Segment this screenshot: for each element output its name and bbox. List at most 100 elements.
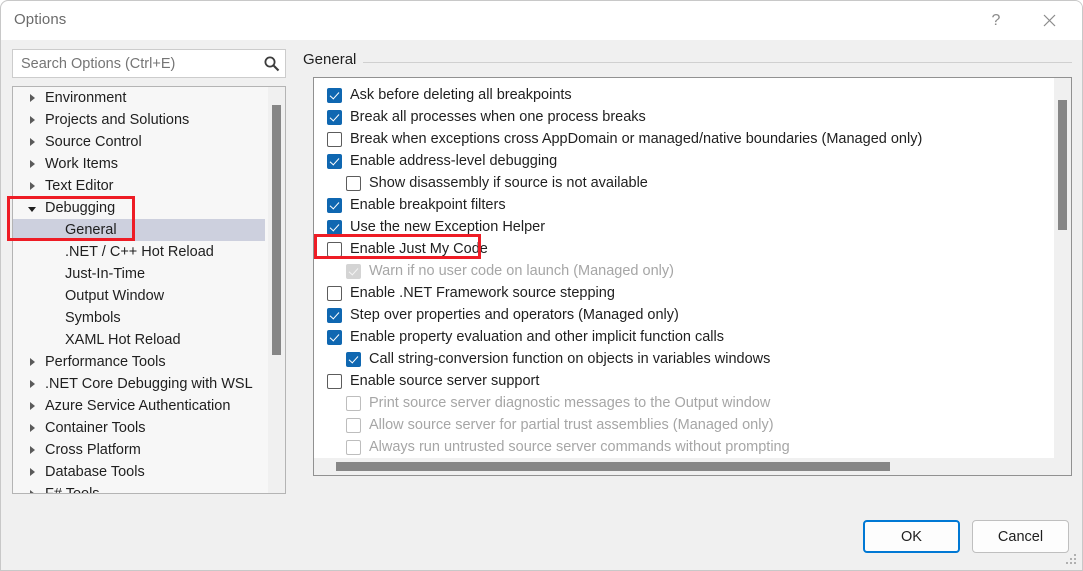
chevron-right-icon[interactable] <box>21 138 43 146</box>
option-row[interactable]: Show disassembly if source is not availa… <box>314 172 1030 194</box>
sidebar-item-label: Performance Tools <box>43 354 166 370</box>
option-label: Allow source server for partial trust as… <box>369 418 774 433</box>
option-row[interactable]: Enable address-level debugging <box>314 150 1030 172</box>
chevron-right-icon[interactable] <box>21 160 43 168</box>
tree-list: Environment Projects and Solutions Source … <box>13 87 265 494</box>
chevron-right-icon[interactable] <box>21 490 43 494</box>
sidebar-item-container-tools[interactable]: Container Tools <box>13 417 265 439</box>
sidebar-item-f-tools[interactable]: F# Tools <box>13 483 265 494</box>
sidebar-item-performance-tools[interactable]: Performance Tools <box>13 351 265 373</box>
sidebar-item-general[interactable]: General <box>13 219 265 241</box>
sidebar-item-label: Environment <box>43 90 126 106</box>
resize-grip[interactable] <box>1065 554 1077 566</box>
chevron-right-icon[interactable] <box>21 468 43 476</box>
option-label: Enable property evaluation and other imp… <box>350 330 724 345</box>
option-row[interactable]: Enable source server support <box>314 370 1030 392</box>
option-label: Show disassembly if source is not availa… <box>369 176 648 191</box>
sidebar-scrollbar[interactable] <box>268 87 285 493</box>
options-category-tree[interactable]: Environment Projects and Solutions Source … <box>12 86 286 494</box>
option-label: Use the new Exception Helper <box>350 220 545 235</box>
checkbox[interactable] <box>327 110 342 125</box>
options-horizontal-scrollbar[interactable] <box>314 458 1071 475</box>
option-row[interactable]: Step over properties and operators (Mana… <box>314 304 1030 326</box>
checkbox[interactable] <box>327 88 342 103</box>
help-icon[interactable]: ? <box>973 1 1019 40</box>
checkbox[interactable] <box>327 374 342 389</box>
option-row[interactable]: Ask before deleting all breakpoints <box>314 84 1030 106</box>
sidebar-item-label: Azure Service Authentication <box>43 398 230 414</box>
sidebar-item-projects-and-solutions[interactable]: Projects and Solutions <box>13 109 265 131</box>
chevron-down-icon[interactable] <box>21 205 43 212</box>
option-row[interactable]: Enable Just My Code <box>314 238 1030 260</box>
sidebar-item-label: Just-In-Time <box>13 266 145 282</box>
chevron-right-icon[interactable] <box>21 182 43 190</box>
options-list[interactable]: Ask before deleting all breakpoints Break… <box>313 77 1072 476</box>
group-header: General <box>303 51 363 68</box>
checkbox[interactable] <box>346 176 361 191</box>
chevron-right-icon[interactable] <box>21 446 43 454</box>
triangle-glyph <box>30 116 35 124</box>
sidebar-item-label: Debugging <box>43 200 115 216</box>
chevron-right-icon[interactable] <box>21 116 43 124</box>
sidebar-scrollbar-thumb[interactable] <box>272 105 281 355</box>
sidebar-item-xaml-hot-reload[interactable]: XAML Hot Reload <box>13 329 265 351</box>
option-row: Always run untrusted source server comma… <box>314 436 1030 458</box>
option-label: Enable breakpoint filters <box>350 198 506 213</box>
sidebar-item-label: Cross Platform <box>43 442 141 458</box>
sidebar-item-just-in-time[interactable]: Just-In-Time <box>13 263 265 285</box>
checkbox[interactable] <box>327 242 342 257</box>
chevron-right-icon[interactable] <box>21 424 43 432</box>
sidebar-item-database-tools[interactable]: Database Tools <box>13 461 265 483</box>
option-label: Warn if no user code on launch (Managed … <box>369 264 674 279</box>
option-row[interactable]: Use the new Exception Helper <box>314 216 1030 238</box>
search-box[interactable] <box>12 49 286 78</box>
option-row[interactable]: Break when exceptions cross AppDomain or… <box>314 128 1030 150</box>
title-bar: Options ? <box>1 1 1083 40</box>
options-horizontal-scrollbar-thumb[interactable] <box>336 462 890 471</box>
checkbox[interactable] <box>327 198 342 213</box>
sidebar-item-label: Source Control <box>43 134 142 150</box>
option-row[interactable]: Enable breakpoint filters <box>314 194 1030 216</box>
checkbox[interactable] <box>327 330 342 345</box>
sidebar-item-work-items[interactable]: Work Items <box>13 153 265 175</box>
sidebar-item-cross-platform[interactable]: Cross Platform <box>13 439 265 461</box>
option-row: Allow source server for partial trust as… <box>314 414 1030 436</box>
search-icon[interactable] <box>257 50 285 77</box>
checkbox[interactable] <box>327 220 342 235</box>
chevron-right-icon[interactable] <box>21 94 43 102</box>
options-vertical-scrollbar-thumb[interactable] <box>1058 100 1067 230</box>
checkbox[interactable] <box>327 286 342 301</box>
checkbox[interactable] <box>327 308 342 323</box>
ok-button[interactable]: OK <box>863 520 960 553</box>
sidebar-item-debugging[interactable]: Debugging <box>13 197 265 219</box>
options-vertical-scrollbar[interactable] <box>1054 78 1071 459</box>
close-icon[interactable] <box>1026 1 1072 40</box>
option-label: Print source server diagnostic messages … <box>369 396 770 411</box>
cancel-button[interactable]: Cancel <box>972 520 1069 553</box>
sidebar-item-source-control[interactable]: Source Control <box>13 131 265 153</box>
sidebar-item-symbols[interactable]: Symbols <box>13 307 265 329</box>
option-row[interactable]: Enable .NET Framework source stepping <box>314 282 1030 304</box>
search-input[interactable] <box>13 50 257 77</box>
checkbox[interactable] <box>346 352 361 367</box>
checkbox <box>346 440 361 455</box>
sidebar-item-net-c-hot-reload[interactable]: .NET / C++ Hot Reload <box>13 241 265 263</box>
option-row[interactable]: Break all processes when one process bre… <box>314 106 1030 128</box>
option-label: Enable source server support <box>350 374 539 389</box>
sidebar-item-text-editor[interactable]: Text Editor <box>13 175 265 197</box>
sidebar-item-net-core-debugging-with-wsl[interactable]: .NET Core Debugging with WSL <box>13 373 265 395</box>
chevron-right-icon[interactable] <box>21 402 43 410</box>
sidebar-item-output-window[interactable]: Output Window <box>13 285 265 307</box>
chevron-right-icon[interactable] <box>21 380 43 388</box>
sidebar-item-environment[interactable]: Environment <box>13 87 265 109</box>
option-row[interactable]: Enable property evaluation and other imp… <box>314 326 1030 348</box>
option-label: Break when exceptions cross AppDomain or… <box>350 132 922 147</box>
checkbox[interactable] <box>327 132 342 147</box>
sidebar-item-azure-service-authentication[interactable]: Azure Service Authentication <box>13 395 265 417</box>
checkbox[interactable] <box>327 154 342 169</box>
chevron-right-icon[interactable] <box>21 358 43 366</box>
option-row[interactable]: Call string-conversion function on objec… <box>314 348 1030 370</box>
sidebar-item-label: Database Tools <box>43 464 145 480</box>
option-label: Enable .NET Framework source stepping <box>350 286 615 301</box>
option-label: Break all processes when one process bre… <box>350 110 646 125</box>
